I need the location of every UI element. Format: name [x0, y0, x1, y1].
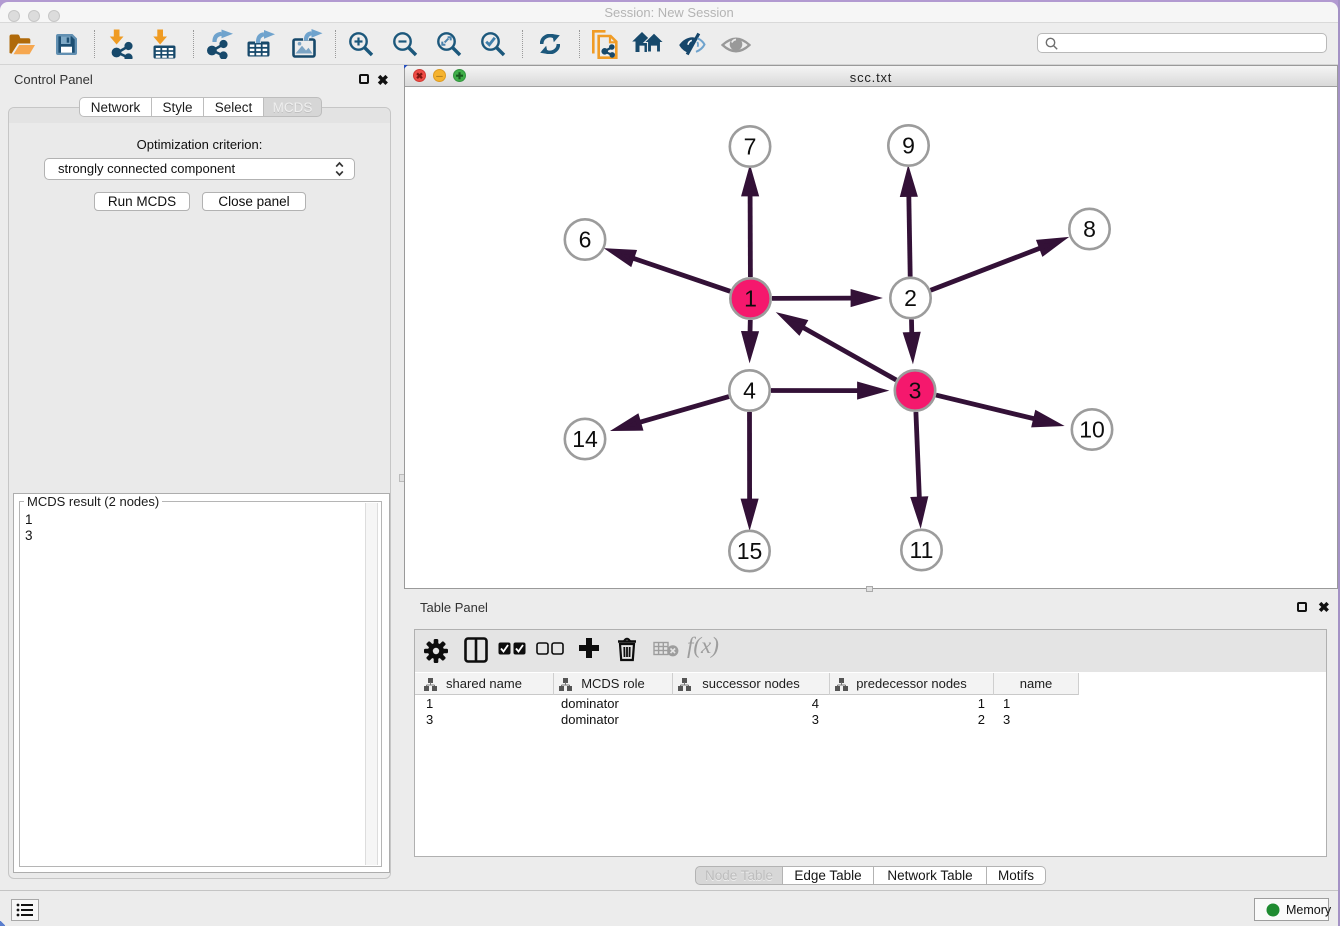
svg-text:14: 14: [572, 426, 598, 452]
svg-text:3: 3: [909, 378, 922, 404]
svg-text:9: 9: [902, 133, 915, 159]
svg-text:10: 10: [1079, 417, 1105, 443]
svg-text:1: 1: [744, 286, 757, 312]
svg-text:8: 8: [1083, 216, 1096, 242]
svg-text:7: 7: [744, 134, 757, 160]
svg-text:4: 4: [743, 378, 756, 404]
svg-text:2: 2: [904, 285, 917, 311]
svg-text:15: 15: [737, 538, 763, 564]
svg-text:11: 11: [910, 537, 934, 563]
svg-text:6: 6: [579, 227, 592, 253]
